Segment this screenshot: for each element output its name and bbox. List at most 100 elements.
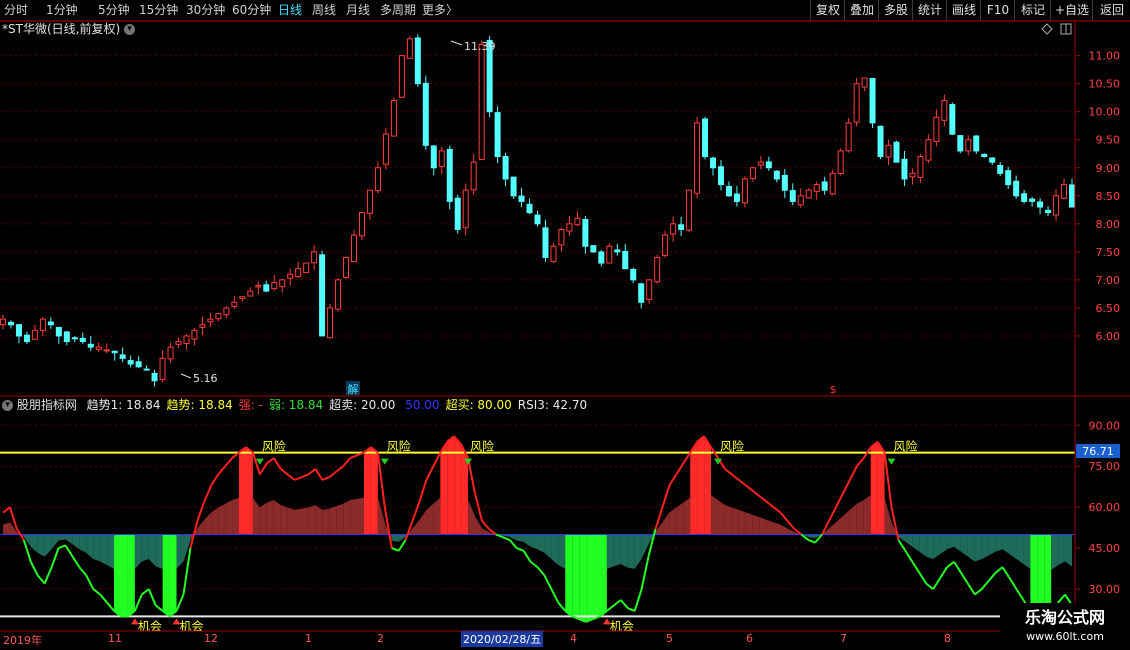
cursor-date-label: 2020/02/28/五: [461, 631, 544, 647]
date-label-month: 12: [204, 632, 218, 645]
candle-body: [885, 144, 892, 158]
indicator-param: 超卖: 20.00: [329, 398, 396, 412]
candle-body: [757, 161, 764, 166]
diamond-icon[interactable]: [1041, 23, 1053, 35]
indicator-area-segment: [981, 534, 989, 560]
candle-body: [255, 284, 262, 288]
indicator-tick-label: 75.00: [1089, 460, 1121, 473]
candle-body: [917, 156, 924, 178]
indicator-area-segment: [322, 508, 330, 535]
rsi-line-segment: [481, 520, 490, 530]
chevron-down-icon[interactable]: ▾: [123, 24, 135, 35]
candle-body: [1069, 184, 1075, 208]
candle-body: [271, 282, 278, 290]
panel-toggle-icon[interactable]: [1060, 23, 1072, 35]
date-label-month: 4: [570, 632, 577, 645]
stock-title[interactable]: *ST华微(日线,前复权): [2, 22, 120, 36]
candle-body: [550, 245, 557, 262]
candle-body: [159, 357, 166, 381]
indicator-area-segment: [176, 534, 184, 569]
indicator-area-segment: [808, 534, 816, 539]
indicator-area-segment: [634, 534, 642, 569]
rsi-line-segment: [391, 547, 400, 552]
indicator-area-segment: [58, 534, 66, 541]
candle-body: [797, 195, 804, 206]
candle-body: [1005, 170, 1012, 186]
indicator-area-segment: [530, 534, 538, 550]
rsi-line-segment: [745, 484, 754, 492]
candle-body: [454, 197, 461, 230]
candle-body: [813, 184, 820, 192]
indicator-area-segment: [114, 534, 122, 617]
candle-body: [933, 116, 940, 142]
indicator-area-segment: [72, 534, 80, 550]
rsi-line-segment: [987, 572, 997, 582]
indicator-area-segment: [1002, 534, 1010, 555]
rsi-line-segment: [432, 452, 442, 467]
date-label-month: 2: [377, 632, 384, 645]
candle-body: [319, 254, 326, 337]
rsi-line-segment: [828, 506, 837, 522]
rsi-line-segment: [36, 574, 46, 585]
candle-body: [127, 360, 134, 365]
indicator-area-segment: [273, 500, 281, 535]
rsi-line-segment: [196, 501, 206, 522]
indicator-name[interactable]: 股朋指标网: [17, 398, 77, 412]
indicator-param: 50.00: [401, 398, 440, 412]
indicator-area-segment: [572, 534, 580, 620]
indicator-area-segment: [204, 512, 212, 535]
candle-body: [574, 217, 581, 226]
candle-body: [71, 337, 78, 340]
candle-body: [366, 189, 373, 214]
date-label-month: 8: [944, 632, 951, 645]
indicator-area-segment: [1065, 534, 1072, 567]
indicator-area-segment: [100, 534, 108, 566]
candle-body: [63, 331, 70, 343]
indicator-area-segment: [148, 534, 156, 567]
rsi-line-segment: [522, 550, 532, 563]
candle-body: [430, 145, 437, 169]
rsi-line-segment: [224, 457, 233, 467]
indicator-area-segment: [738, 509, 746, 535]
price-tick-label: 7.50: [1096, 246, 1121, 259]
rsi-line-segment: [856, 457, 865, 467]
candle-body: [263, 284, 270, 292]
rsi-line-segment: [647, 528, 657, 557]
chevron-down-icon[interactable]: ▾: [2, 400, 13, 411]
indicator-area-segment: [676, 502, 684, 535]
candle-body: [957, 135, 964, 152]
indicator-area-segment: [780, 524, 788, 535]
candle-body: [590, 245, 597, 253]
indicator-area-segment: [1009, 534, 1017, 560]
rsi-line-segment: [807, 538, 816, 544]
rsi-line-segment: [980, 580, 990, 590]
rsi-line-segment: [418, 479, 428, 503]
indicator-area-segment: [835, 516, 843, 535]
rsi-line-segment: [557, 602, 567, 612]
rsi-line-segment: [835, 493, 844, 508]
indicator-area-segment: [586, 534, 594, 622]
indicator-area-segment: [197, 519, 205, 535]
rsi-line-segment: [953, 561, 962, 574]
indicator-area-segment: [759, 517, 767, 535]
high-value-label: 11.39: [464, 40, 496, 53]
candle-body: [47, 321, 54, 326]
indicator-area-segment: [613, 534, 621, 567]
indicator-area-segment: [169, 534, 177, 617]
candle-body: [965, 139, 972, 152]
indicator-area-segment: [870, 441, 878, 535]
rsi-line-segment: [633, 588, 643, 612]
indicator-area-segment: [593, 534, 600, 620]
candle-body: [462, 189, 469, 229]
rsi-line-segment: [661, 485, 671, 508]
rsi-line-segment: [411, 501, 421, 522]
indicator-area-segment: [155, 534, 163, 569]
rsi-line-segment: [529, 560, 539, 569]
candle-body: [638, 283, 645, 303]
rsi-line-segment: [606, 604, 615, 612]
candle-body: [805, 189, 812, 199]
candle-body: [534, 214, 541, 225]
indicator-area-segment: [252, 497, 260, 535]
rsi-line-segment: [543, 574, 553, 590]
candle-body: [741, 178, 748, 204]
